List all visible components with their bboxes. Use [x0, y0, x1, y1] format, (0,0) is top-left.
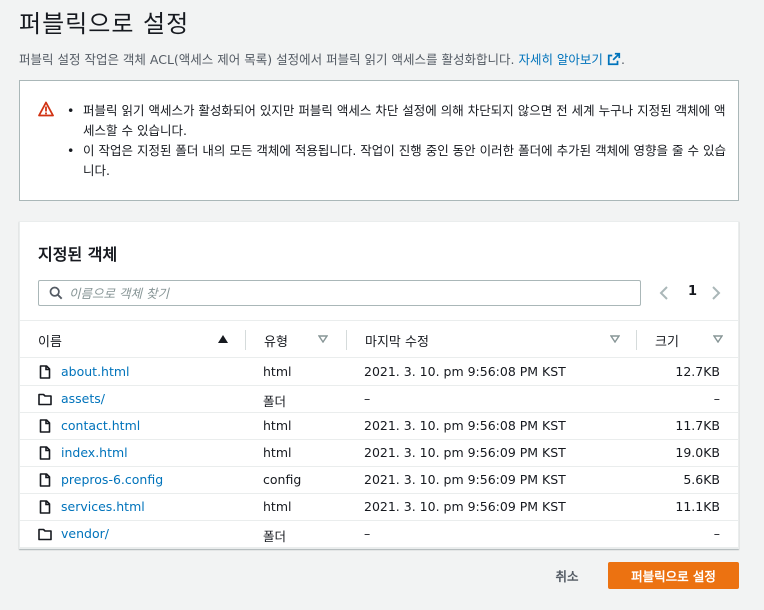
file-icon [39, 499, 51, 514]
cell-size: – [713, 526, 720, 541]
page-number[interactable]: 1 [688, 284, 697, 299]
column-header-name[interactable]: 이름 [20, 321, 246, 357]
cell-type: html [263, 418, 292, 433]
search-input[interactable] [69, 283, 629, 303]
table-row: contact.html html 2021. 3. 10. pm 9:56:08 … [20, 413, 738, 440]
description-period: . [620, 52, 625, 67]
chevron-right-icon[interactable] [709, 284, 723, 302]
cell-type: html [263, 364, 292, 379]
cell-type: html [263, 445, 292, 460]
cell-size: 11.7KB [675, 418, 720, 433]
object-link[interactable]: contact.html [61, 418, 140, 433]
cell-name: contact.html [38, 418, 140, 433]
file-icon [39, 472, 51, 487]
learn-more-label: 자세히 알아보기 [518, 52, 603, 67]
description-text: 퍼블릭 설정 작업은 객체 ACL(액세스 제어 목록) 설정에서 퍼블릭 읽기… [19, 52, 515, 67]
column-header-size[interactable]: 크기 [637, 321, 738, 357]
cell-size: – [713, 391, 720, 406]
page-description: 퍼블릭 설정 작업은 객체 ACL(액세스 제어 목록) 설정에서 퍼블릭 읽기… [19, 49, 625, 68]
pagination: 1 [652, 282, 727, 304]
cell-type: html [263, 499, 292, 514]
cell-type: config [263, 472, 302, 487]
make-public-button[interactable]: 퍼블릭으로 설정 [608, 562, 739, 589]
cell-name: about.html [38, 364, 130, 379]
sort-icon [610, 335, 620, 343]
folder-icon [38, 528, 52, 540]
file-icon [39, 364, 51, 379]
cell-name: index.html [38, 445, 128, 460]
column-label: 크기 [655, 335, 679, 350]
table-row: vendor/폴더 – – [20, 521, 738, 548]
table-row: about.html html 2021. 3. 10. pm 9:56:08 PM… [20, 359, 738, 386]
page-title: 퍼블릭으로 설정 [19, 10, 190, 38]
sort-icon [713, 335, 723, 343]
cancel-button[interactable]: 취소 [541, 563, 593, 587]
cell-type: 폴더 [263, 394, 287, 409]
cell-modified: 2021. 3. 10. pm 9:56:09 PM KST [364, 499, 566, 514]
cell-size: 11.1KB [675, 499, 720, 514]
chevron-left-icon[interactable] [657, 284, 671, 302]
cell-size: 12.7KB [675, 364, 720, 379]
table-row: index.html html 2021. 3. 10. pm 9:56:09 PM… [20, 440, 738, 467]
column-label: 이름 [38, 335, 62, 350]
alert-item: 이 작업은 지정된 폴더 내의 모든 객체에 적용됩니다. 작업이 진행 중인 … [65, 141, 730, 181]
panel-title: 지정된 객체 [38, 245, 118, 264]
search-icon [49, 286, 63, 300]
file-icon [39, 418, 51, 433]
search-box [38, 280, 641, 306]
cell-name: vendor/ [38, 526, 109, 541]
object-link[interactable]: about.html [61, 364, 130, 379]
cell-modified: 2021. 3. 10. pm 9:56:08 PM KST [364, 364, 566, 379]
sort-asc-icon [218, 335, 228, 343]
cell-modified: – [364, 526, 371, 541]
sort-icon [318, 335, 328, 343]
object-link[interactable]: services.html [61, 499, 145, 514]
cell-name: prepros-6.config [38, 472, 163, 487]
learn-more-link[interactable]: 자세히 알아보기 [518, 52, 621, 67]
folder-icon [38, 393, 52, 405]
cell-size: 5.6KB [683, 472, 720, 487]
column-label: 마지막 수정 [365, 335, 429, 350]
warning-alert: 퍼블릭 읽기 액세스가 활성화되어 있지만 퍼블릭 액세스 차단 설정에 의해 … [19, 80, 739, 201]
cell-name: services.html [38, 499, 145, 514]
alert-item: 퍼블릭 읽기 액세스가 활성화되어 있지만 퍼블릭 액세스 차단 설정에 의해 … [65, 101, 730, 141]
object-link[interactable]: prepros-6.config [61, 472, 163, 487]
table-row: assets/폴더 – – [20, 386, 738, 413]
object-link[interactable]: index.html [61, 445, 128, 460]
alert-list: 퍼블릭 읽기 액세스가 활성화되어 있지만 퍼블릭 액세스 차단 설정에 의해 … [65, 101, 730, 181]
object-link[interactable]: assets/ [61, 391, 105, 406]
table-row: services.html html 2021. 3. 10. pm 9:56:09… [20, 494, 738, 521]
table-header: 이름 유형 마지막 수정 크기 [20, 320, 738, 358]
file-icon [39, 445, 51, 460]
cell-modified: 2021. 3. 10. pm 9:56:09 PM KST [364, 445, 566, 460]
specified-objects-panel: 지정된 객체 1 이름 유형 마지막 수정 크기 [19, 221, 739, 549]
column-label: 유형 [264, 335, 288, 350]
external-link-icon [607, 52, 621, 66]
column-header-modified[interactable]: 마지막 수정 [347, 321, 637, 357]
cell-name: assets/ [38, 391, 105, 406]
table-row: prepros-6.config config 2021. 3. 10. pm 9:… [20, 467, 738, 494]
cell-modified: 2021. 3. 10. pm 9:56:08 PM KST [364, 418, 566, 433]
cell-modified: 2021. 3. 10. pm 9:56:09 PM KST [364, 472, 566, 487]
cell-modified: – [364, 391, 371, 406]
cell-size: 19.0KB [675, 445, 720, 460]
object-link[interactable]: vendor/ [61, 526, 109, 541]
column-header-type[interactable]: 유형 [246, 321, 347, 357]
warning-icon [38, 101, 54, 117]
cell-type: 폴더 [263, 529, 287, 544]
